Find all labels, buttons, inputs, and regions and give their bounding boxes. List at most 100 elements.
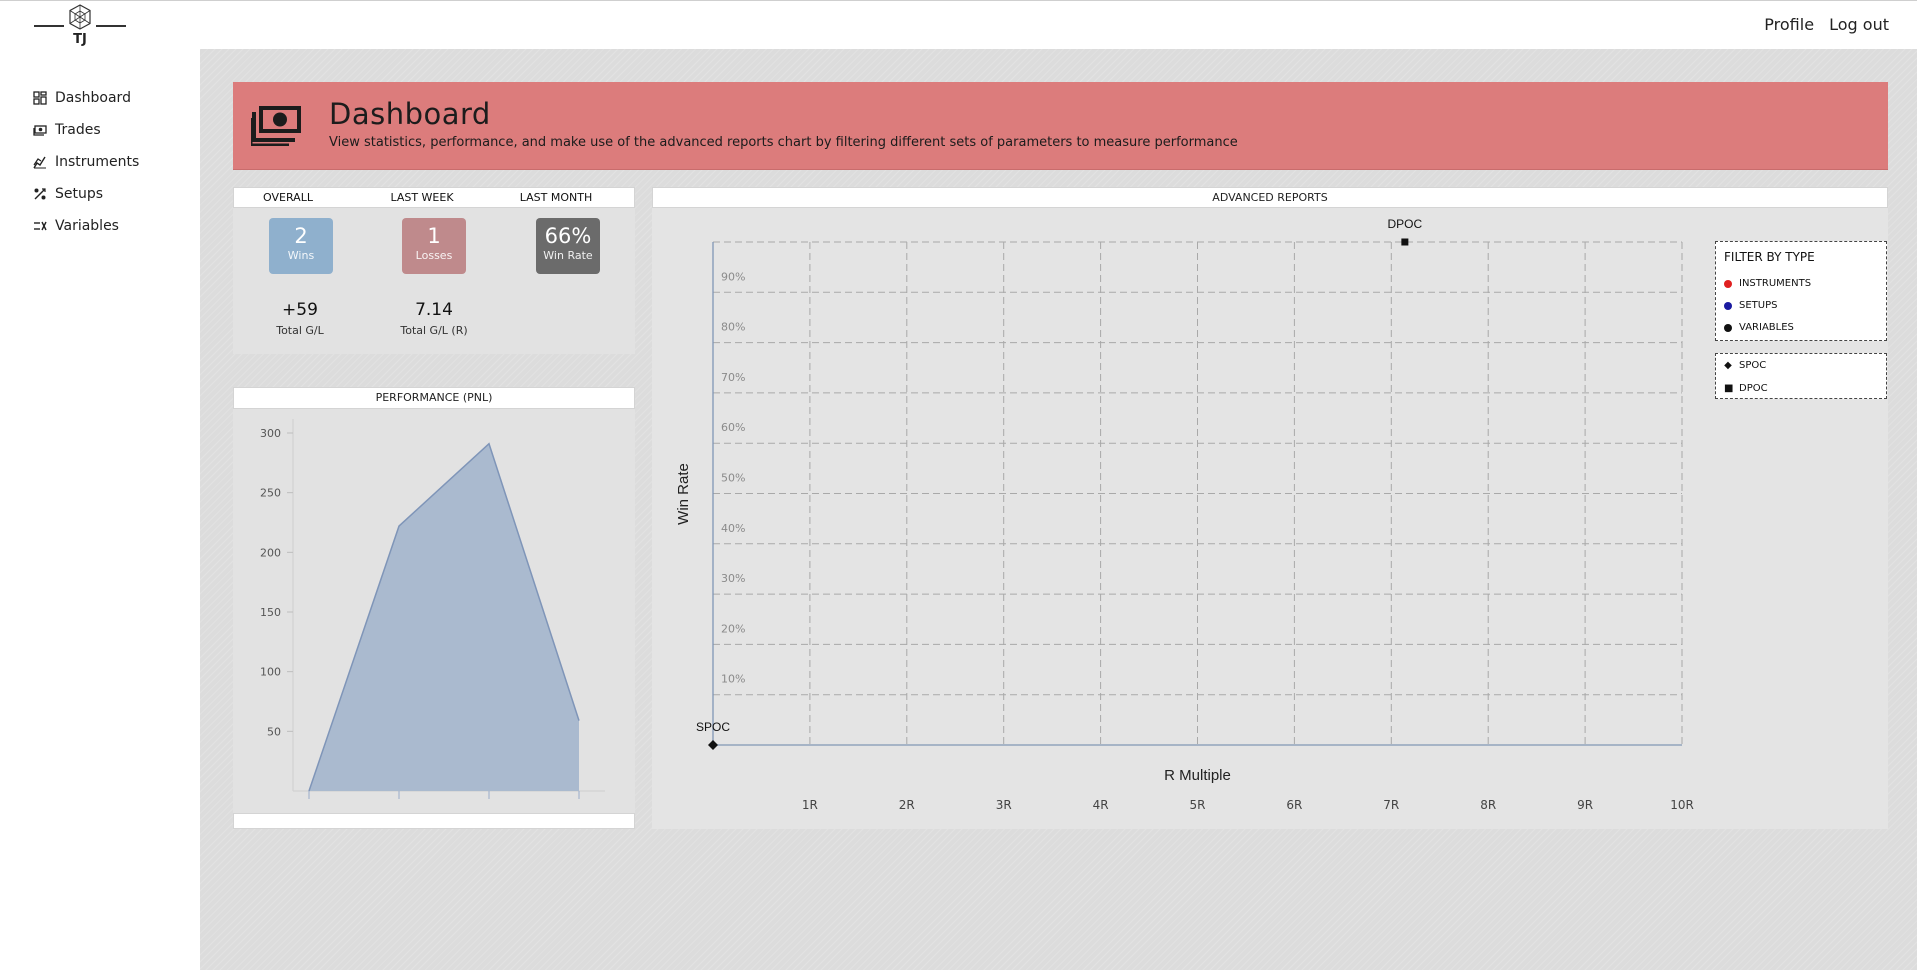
filter-by-type-legend: FILTER BY TYPE INSTRUMENTS SETUPS VARIAB… xyxy=(1715,241,1887,341)
tab-last-week[interactable]: LAST WEEK xyxy=(362,191,482,204)
sidebar: Dashboard Trades Instruments Setups Vari… xyxy=(0,82,200,242)
y-tick-label: 30% xyxy=(721,572,745,585)
sidebar-item-label: Variables xyxy=(55,218,119,234)
winrate-badge: 66% Win Rate xyxy=(536,218,600,274)
money-icon xyxy=(251,106,301,146)
y-tick-label: 60% xyxy=(721,421,745,434)
total-gl-r: 7.14 Total G/L (R) xyxy=(379,300,489,337)
filter-label: SETUPS xyxy=(1739,300,1778,311)
pnl-area xyxy=(309,443,579,791)
sidebar-item-label: Trades xyxy=(55,122,101,138)
red-dot-icon xyxy=(1724,279,1732,288)
performance-footer xyxy=(233,813,635,829)
advanced-reports-title: ADVANCED REPORTS xyxy=(652,187,1888,208)
logo-line-left xyxy=(34,25,64,27)
y-tick-label: 150 xyxy=(260,606,281,619)
point-label: SPOC xyxy=(696,720,730,734)
setups-icon xyxy=(34,188,46,200)
losses-label: Losses xyxy=(415,249,453,262)
x-tick-label: 10R xyxy=(1670,798,1694,812)
legend-spoc[interactable]: ◆ SPOC xyxy=(1724,360,1766,371)
y-tick-label: 10% xyxy=(721,673,745,686)
x-tick-label: 1R xyxy=(802,798,818,812)
top-border xyxy=(0,0,1917,1)
legend-dpoc[interactable]: ■ DPOC xyxy=(1724,383,1768,394)
x-tick-label: 3R xyxy=(996,798,1012,812)
sidebar-item-instruments[interactable]: Instruments xyxy=(0,146,200,178)
performance-chart: 50 100 150 200 250 300 xyxy=(260,419,605,799)
y-tick-label: 40% xyxy=(721,522,745,535)
diamond-icon: ◆ xyxy=(1724,360,1732,371)
wins-label: Wins xyxy=(287,249,315,262)
sidebar-item-label: Instruments xyxy=(55,154,140,170)
logo-text: TJ xyxy=(73,32,87,47)
performance-panel: PERFORMANCE (PNL) 50 100 150 200 250 300 xyxy=(233,387,635,829)
y-tick-label: 90% xyxy=(721,270,745,283)
losses-badge: 1 Losses xyxy=(402,218,466,274)
filter-label: VARIABLES xyxy=(1739,322,1794,333)
winrate-label: Win Rate xyxy=(543,249,593,262)
y-tick-label: 80% xyxy=(721,321,745,334)
y-tick-label: 200 xyxy=(260,546,281,559)
square-icon: ■ xyxy=(1724,383,1734,394)
wins-badge: 2 Wins xyxy=(269,218,333,274)
page-subtitle: View statistics, performance, and make u… xyxy=(329,135,1238,150)
cube-logo-icon xyxy=(69,4,91,30)
legend-label: SPOC xyxy=(1739,360,1767,371)
y-tick-label: 20% xyxy=(721,622,745,635)
variables-icon xyxy=(34,221,47,231)
wins-count: 2 xyxy=(294,224,308,248)
tab-last-month[interactable]: LAST MONTH xyxy=(496,191,616,204)
y-tick-label: 300 xyxy=(260,427,281,440)
x-tick-label: 8R xyxy=(1480,798,1496,812)
money-icon xyxy=(33,125,47,136)
logo-line-right xyxy=(96,25,126,27)
black-dot-icon xyxy=(1724,323,1732,332)
total-gl: +59 Total G/L xyxy=(245,300,355,337)
x-tick-label: 6R xyxy=(1286,798,1302,812)
advanced-reports-chart: 10% 20% 30% 40% 50% 60% 70% 80% 90% 1R 2R 3R 4R 5R 6R 7… xyxy=(675,217,1694,812)
sidebar-item-variables[interactable]: Variables xyxy=(0,210,200,242)
symbol-legend: ◆ SPOC ■ DPOC xyxy=(1715,353,1887,399)
total-gl-r-value: 7.14 xyxy=(415,300,453,320)
filter-setups[interactable]: SETUPS xyxy=(1724,300,1777,311)
sidebar-item-trades[interactable]: Trades xyxy=(0,114,200,146)
page-banner: Dashboard View statistics, performance, … xyxy=(233,82,1888,170)
legend-label: DPOC xyxy=(1739,383,1768,394)
y-tick-label: 250 xyxy=(260,487,281,500)
y-tick-label: 100 xyxy=(260,666,281,679)
total-gl-label: Total G/L xyxy=(276,324,324,337)
blue-dot-icon xyxy=(1724,301,1732,310)
point-label: DPOC xyxy=(1388,217,1423,231)
x-tick-label: 2R xyxy=(899,798,915,812)
point-spoc xyxy=(708,740,718,750)
x-tick-label: 7R xyxy=(1383,798,1399,812)
filter-title: FILTER BY TYPE xyxy=(1724,250,1815,264)
chart-icon xyxy=(33,156,46,169)
x-tick-label: 9R xyxy=(1577,798,1593,812)
tab-overall[interactable]: OVERALL xyxy=(228,191,348,204)
sidebar-item-dashboard[interactable]: Dashboard xyxy=(0,82,200,114)
total-gl-value: +59 xyxy=(282,300,318,320)
stats-panel: OVERALL LAST WEEK LAST MONTH 2 Wins 1 Lo… xyxy=(233,187,635,354)
top-nav: Profile Log out xyxy=(1754,15,1889,34)
logout-link[interactable]: Log out xyxy=(1829,15,1889,34)
sidebar-item-setups[interactable]: Setups xyxy=(0,178,200,210)
advanced-reports-panel: 10% 20% 30% 40% 50% 60% 70% 80% 90% 1R 2R 3R 4R 5R 6R 7… xyxy=(652,187,1888,829)
filter-label: INSTRUMENTS xyxy=(1739,278,1812,289)
filter-instruments[interactable]: INSTRUMENTS xyxy=(1724,278,1811,289)
sidebar-item-label: Dashboard xyxy=(55,90,131,106)
y-tick-label: 50 xyxy=(267,725,281,738)
profile-link[interactable]: Profile xyxy=(1764,15,1814,34)
stats-tabs: OVERALL LAST WEEK LAST MONTH xyxy=(233,187,635,208)
total-gl-r-label: Total G/L (R) xyxy=(400,324,468,337)
point-dpoc xyxy=(1401,238,1409,246)
dashboard-icon xyxy=(33,91,47,105)
x-tick-label: 4R xyxy=(1093,798,1109,812)
filter-variables[interactable]: VARIABLES xyxy=(1724,322,1794,333)
logo[interactable]: TJ xyxy=(34,4,126,48)
winrate-value: 66% xyxy=(544,224,592,248)
page-title: Dashboard xyxy=(329,97,491,131)
performance-title: PERFORMANCE (PNL) xyxy=(233,387,635,409)
x-axis-label: R Multiple xyxy=(1164,767,1231,784)
